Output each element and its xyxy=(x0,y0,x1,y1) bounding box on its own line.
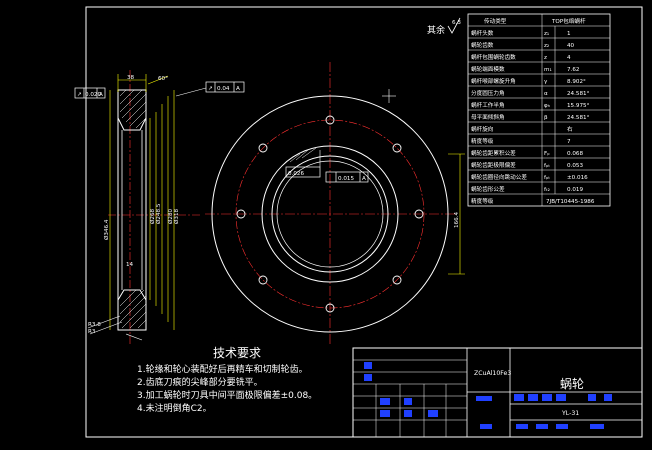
table-param-symbol: z₁ xyxy=(544,31,549,37)
table-param-value: 7 xyxy=(567,139,571,145)
tech-requirement-item: 4.未注明倒角C2。 xyxy=(137,402,212,414)
tech-requirement-item: 1.轮缘和轮心装配好后再精车和切制轮齿。 xyxy=(137,363,308,375)
table-param-name: 蜗杆工作半角 xyxy=(471,101,505,109)
table-param-name: 母平面倾斜角 xyxy=(471,113,505,121)
bolt-hole xyxy=(392,143,402,153)
table-param-value: 0.019 xyxy=(567,187,583,193)
front-view: 166.4 0.026 0.015 A xyxy=(205,62,465,345)
bore-tolerance-2-datum: A xyxy=(362,176,366,182)
table-param-value: 24.581° xyxy=(567,91,590,97)
material-label: ZCuAl10Fe3 xyxy=(474,370,511,377)
dim-angle: 60° xyxy=(158,76,168,82)
table-param-symbol: fₜ₂ xyxy=(544,187,550,193)
section-view: 38 60° Ø346.4 Ø268 Ø248.5 Ø280 Ø318 14 R… xyxy=(74,70,245,345)
table-param-symbol: φₕ xyxy=(544,103,550,109)
table-param-value: 4 xyxy=(567,55,571,61)
table-param-name: 精度等级 xyxy=(471,197,494,205)
tech-requirement-item: 3.加工蜗轮时刀具中间平面极限偏差±0.08。 xyxy=(137,389,317,401)
table-param-name: 蜗轮齿距极限偏差 xyxy=(471,161,516,169)
hub-partial-hatch xyxy=(289,147,317,163)
table-param-symbol: γ xyxy=(544,79,548,85)
table-param-value: 24.581° xyxy=(567,115,590,121)
tech-requirement-item: 2.齿底刀痕的尖峰部分要铣平。 xyxy=(137,376,263,388)
title-block: ZCuAl10Fe3 蜗轮 YL-31 xyxy=(352,347,643,438)
drawing-sheet: 38 60° Ø346.4 Ø268 Ø248.5 Ø280 Ø318 14 R… xyxy=(74,6,643,438)
dim-d3: Ø248.5 xyxy=(155,203,162,224)
dim-d5: Ø318 xyxy=(173,208,180,224)
table-param-name: 蜗轮端面模数 xyxy=(471,65,505,73)
table-param-name: 蜗杆喉部螺旋升角 xyxy=(471,77,516,85)
gear-parameter-table: 传动类型 TOP包络蜗杆蜗杆头数 z₁ 1 蜗轮齿数 z₂ 40 蜗杆包围蜗轮齿数 z 4 蜗轮端面… xyxy=(467,13,611,207)
lower-rim-hatch xyxy=(119,289,147,329)
technical-requirements: 技术要求 1.轮缘和轮心装配好后再精车和切制轮齿。 2.齿底刀痕的尖峰部分要铣平… xyxy=(137,346,317,414)
dim-bottom-height: 14 xyxy=(126,262,134,268)
surface-roughness-note: 其余 6.3 xyxy=(427,17,461,36)
dim-d4: Ø280 xyxy=(167,208,174,224)
chamfer-leaders xyxy=(87,315,143,341)
dim-d1: Ø346.4 xyxy=(103,219,110,240)
table-header-cell: 传动类型 xyxy=(484,17,507,25)
dim-chamfer-2: R3 xyxy=(88,329,96,335)
table-param-symbol: Fₚ xyxy=(544,151,550,157)
table-param-name: 蜗轮齿数 xyxy=(471,41,494,49)
table-param-symbol: m₁ xyxy=(544,67,552,73)
table-param-name: 蜗杆包围蜗轮齿数 xyxy=(471,53,516,61)
part-name: 蜗轮 xyxy=(560,376,584,391)
table-param-symbol: z₂ xyxy=(544,43,549,49)
runout-top-symbol: ↗ xyxy=(208,86,213,92)
runout-top-leader xyxy=(175,87,207,97)
bore-tolerance-2: 0.015 xyxy=(338,176,354,182)
table-param-name: 分度圆压力角 xyxy=(471,89,505,97)
table-param-value: 0.053 xyxy=(567,163,583,169)
dim-chamfer: R3.8 xyxy=(88,322,101,328)
table-param-value: 右 xyxy=(567,125,573,133)
table-param-value: 7JB/T10445-1986 xyxy=(546,199,595,205)
upper-rim-hatch xyxy=(119,89,147,129)
table-param-value: 1 xyxy=(567,31,571,37)
table-param-value: 8.902° xyxy=(567,79,586,85)
dim-top-width: 38 xyxy=(127,75,135,81)
table-param-symbol: β xyxy=(544,115,548,121)
runout-left-datum: A xyxy=(99,92,103,98)
runout-top-value: 0.04 xyxy=(217,86,230,92)
table-param-name: 蜗杆旋向 xyxy=(471,125,494,133)
runout-top-datum: A xyxy=(236,86,240,92)
table-param-value: 15.975° xyxy=(567,103,590,109)
table-param-value: 40 xyxy=(567,43,575,49)
drawing-number: YL-31 xyxy=(561,410,579,417)
cad-drawing-canvas: 38 60° Ø346.4 Ø268 Ø248.5 Ø280 Ø318 14 R… xyxy=(0,0,652,450)
table-param-name: 精度等级 xyxy=(471,137,494,145)
table-param-symbol: z xyxy=(544,55,547,61)
roughness-value: 6.3 xyxy=(452,20,461,26)
table-param-value: 0.068 xyxy=(567,151,583,157)
table-param-symbol: fₚₜ xyxy=(544,175,550,181)
dim-right-height: 166.4 xyxy=(454,212,460,228)
roughness-label: 其余 xyxy=(427,24,445,36)
dim-d2: Ø268 xyxy=(149,208,156,224)
table-param-value: ±0.016 xyxy=(567,175,588,181)
table-param-name: 蜗轮齿距累积公差 xyxy=(471,149,516,157)
table-param-symbol: fₚₜ xyxy=(544,163,550,169)
table-header-cell: TOP包络蜗杆 xyxy=(551,17,586,25)
runout-left-symbol: ↗ xyxy=(77,92,82,98)
table-param-name: 蜗杆头数 xyxy=(471,29,494,37)
table-param-symbol: α xyxy=(544,91,548,97)
table-param-value: 7.62 xyxy=(567,67,579,73)
table-param-name: 蜗轮齿形公差 xyxy=(471,185,505,193)
bore-tolerance-1: 0.026 xyxy=(288,171,304,177)
table-param-name: 蜗轮齿圈径向跳动公差 xyxy=(471,173,527,181)
tech-requirements-title: 技术要求 xyxy=(213,346,261,360)
